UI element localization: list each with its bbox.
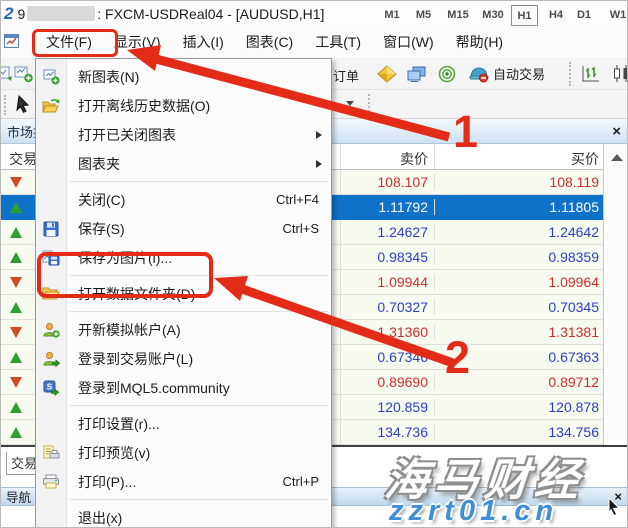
submenu-arrow-icon [316,131,322,139]
timeframe-h4[interactable]: H4 [543,5,569,26]
redacted-account-number [27,6,95,21]
new-order-button[interactable]: 订单 [333,66,359,85]
sell-column-header[interactable]: 卖价 [341,144,435,169]
watermark-site: zzrt01.cn [389,495,558,528]
candlestick-mode-icon[interactable] [611,63,628,85]
timeframe-m15[interactable]: M15 [442,5,474,26]
trend-up-icon [10,202,22,213]
timeframe-m1[interactable]: M1 [379,5,405,26]
trend-up-icon [10,302,22,313]
window-title: : FXCM-USDReal04 - [AUDUSD,H1] [97,6,324,22]
timeframe-h1[interactable]: H1 [511,5,538,26]
open-demo-account-icon [36,322,66,338]
toolbar-separator [569,62,571,86]
trend-down-icon [10,277,22,288]
submenu-arrow-icon [316,160,322,168]
mql5-login-icon: S [36,380,66,396]
new-chart-icon [36,68,66,85]
timeframe-m30[interactable]: M30 [477,5,509,26]
svg-text:S: S [46,381,52,391]
dropdown-arrow-icon[interactable] [346,101,354,106]
save-icon [36,221,66,237]
annotation-box-open-data-folder [37,252,213,298]
menu-item-chart-profiles[interactable]: 图表夹 [36,149,331,178]
trend-up-icon [10,427,22,438]
autotrade-button[interactable]: 自动交易 [463,61,551,86]
menu-separator [69,311,328,312]
close-icon[interactable]: × [612,124,621,139]
menu-item-print-setup[interactable]: 打印设置(r)... [36,409,331,438]
mt4-logo-icon: 2 [4,4,13,24]
cursor-tool-icon[interactable] [11,93,35,115]
menu-item-save[interactable]: 保存(S) Ctrl+S [36,214,331,243]
menu-tools[interactable]: 工具(T) [304,27,372,57]
trend-down-icon [10,177,22,188]
toolbar-drag-handle[interactable] [368,94,370,116]
trend-down-icon [10,377,22,388]
print-icon [36,474,66,489]
scroll-up-icon[interactable] [611,154,623,161]
timeframe-w1[interactable]: W1 [603,5,628,26]
trend-up-icon [10,252,22,263]
timeframe-m5[interactable]: M5 [410,5,437,26]
bar-chart-mode-icon[interactable] [579,63,603,85]
trend-down-icon [10,327,22,338]
market-diamond-icon[interactable] [375,63,399,85]
menu-item-open-offline[interactable]: 打开离线历史数据(O) [36,91,331,120]
annotation-box-file-menu [32,29,118,57]
menu-help[interactable]: 帮助(H) [445,27,514,57]
scrollbar[interactable] [603,144,628,445]
print-preview-icon [36,445,66,461]
navigator-title: 导航 [6,487,31,506]
annotation-step-2: 2 [445,335,470,380]
menu-separator [69,499,328,500]
open-offline-folder-icon [36,98,66,114]
menu-insert[interactable]: 插入(I) [172,27,235,57]
mouse-cursor-icon [607,497,623,522]
menu-item-login-trade-account[interactable]: 登录到交易账户(L) [36,344,331,373]
signals-icon[interactable] [435,63,459,85]
chart-window-icon[interactable] [4,34,19,51]
trend-up-icon [10,352,22,363]
menu-item-open-demo-account[interactable]: 开新模拟帐户(A) [36,315,331,344]
menu-item-exit[interactable]: 退出(x) [36,503,331,528]
mt4-window: 2 9 : FXCM-USDReal04 - [AUDUSD,H1] 文件(F)… [0,0,628,528]
menu-item-print-preview[interactable]: 打印预览(v) [36,438,331,467]
menu-separator [69,405,328,406]
toolbar-drag-handle[interactable] [4,95,6,115]
menu-item-open-closed-charts[interactable]: 打开已关闭图表 [36,120,331,149]
metaeditor-icon[interactable] [405,63,429,85]
autotrade-icon [469,65,489,83]
trend-up-icon [10,227,22,238]
annotation-step-1: 1 [453,109,478,154]
menu-item-login-mql5[interactable]: S 登录到MQL5.community [36,373,331,402]
login-trade-account-icon [36,351,66,367]
menu-item-new-chart[interactable]: 新图表(N) [36,62,331,91]
menu-item-print[interactable]: 打印(P)... Ctrl+P [36,467,331,496]
menu-item-close[interactable]: 关闭(C) Ctrl+F4 [36,185,331,214]
trend-up-icon [10,402,22,413]
account-prefix: 9 [17,6,25,22]
menu-charts[interactable]: 图表(C) [235,27,304,57]
new-chart-toolbar-icon[interactable] [12,63,36,85]
timeframe-d1[interactable]: D1 [571,5,597,26]
menu-window[interactable]: 窗口(W) [372,27,445,57]
menu-separator [69,181,328,182]
